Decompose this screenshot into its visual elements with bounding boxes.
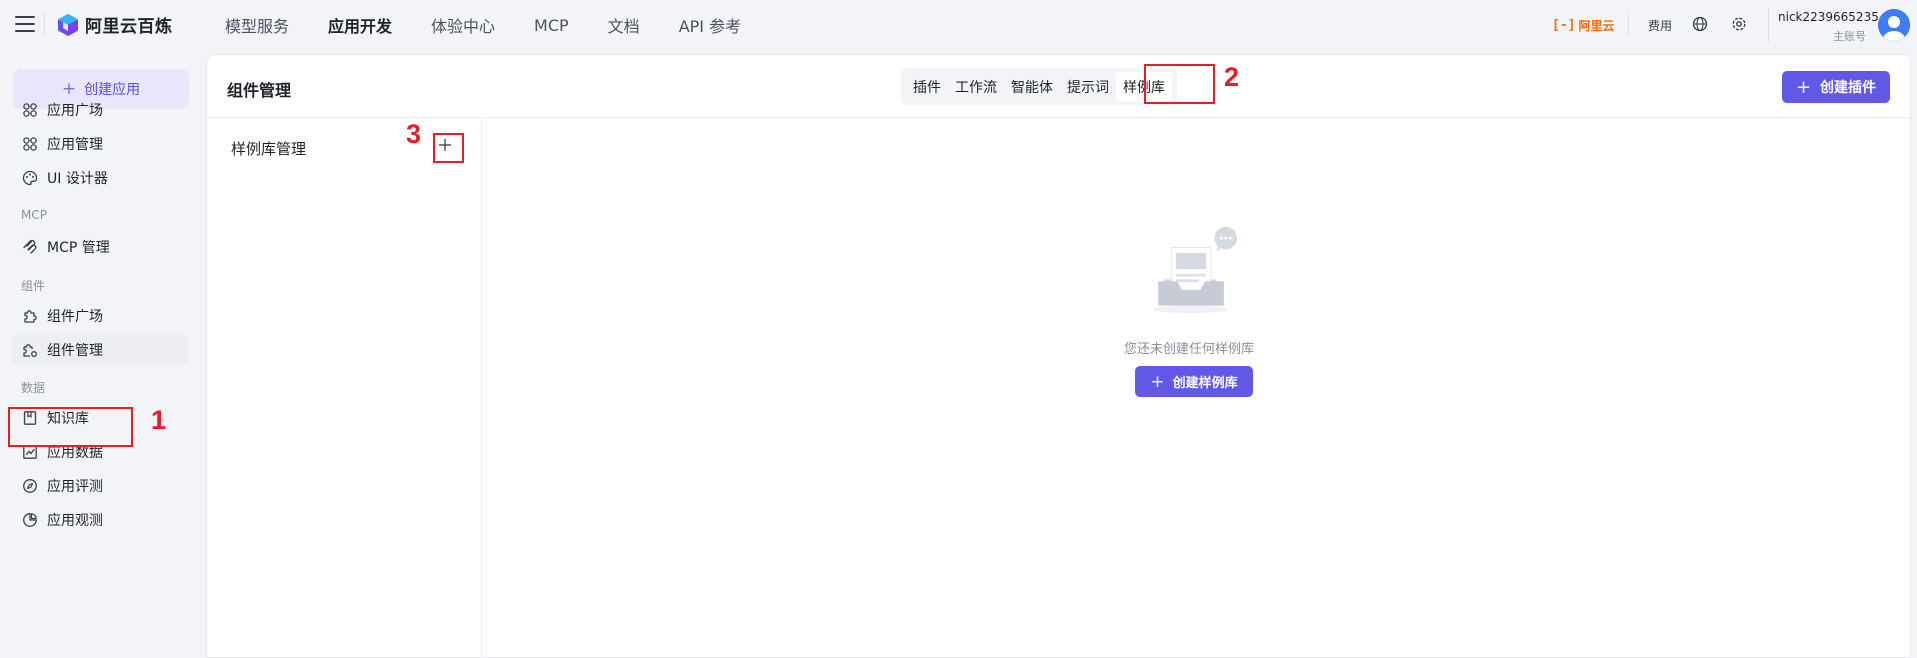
nav-item-api-reference[interactable]: API 参考 bbox=[679, 13, 741, 37]
sidebar-section-data: 数据 bbox=[21, 381, 46, 395]
sidebar-item-label: UI 设计器 bbox=[47, 171, 108, 187]
nav-item-app-dev[interactable]: 应用开发 bbox=[328, 13, 392, 37]
apps-icon bbox=[23, 137, 37, 151]
empty-inbox-icon bbox=[1152, 226, 1237, 314]
gear-icon[interactable] bbox=[1731, 16, 1747, 32]
empty-state-text: 您还未创建任何样例库 bbox=[1124, 342, 1255, 357]
create-plugin-label: 创建插件 bbox=[1820, 80, 1877, 96]
tab-prompt[interactable]: 提示词 bbox=[1060, 72, 1116, 101]
sidebar-item-component-plaza[interactable]: 组件广场 bbox=[11, 301, 189, 331]
logo-divider bbox=[44, 13, 45, 37]
main-nav: 模型服务 应用开发 体验中心 MCP 文档 API 参考 bbox=[225, 0, 780, 50]
pie-icon bbox=[23, 513, 37, 527]
annotation-number-2: 2 bbox=[1224, 62, 1240, 92]
mcp-icon bbox=[23, 239, 37, 254]
tab-agent[interactable]: 智能体 bbox=[1004, 72, 1060, 101]
sample-library-panel: 样例库管理 bbox=[207, 118, 482, 658]
annotation-number-3: 3 bbox=[406, 119, 422, 149]
annotation-box-3 bbox=[433, 133, 464, 163]
aliyun-logo[interactable]: [-] 阿里云 bbox=[1552, 17, 1615, 34]
tab-workflow[interactable]: 工作流 bbox=[948, 72, 1004, 101]
user-avatar-icon bbox=[1878, 9, 1910, 41]
hamburger-menu-icon[interactable] bbox=[15, 16, 35, 34]
sidebar-item-label: 应用观测 bbox=[47, 513, 103, 529]
palette-icon bbox=[22, 170, 38, 186]
bailian-logo-icon bbox=[58, 13, 78, 36]
logo-text: 阿里云百炼 bbox=[85, 17, 173, 37]
main-header: 组件管理 插件 工作流 智能体 提示词 样例库 + 创建插件 bbox=[207, 55, 1910, 118]
aliyun-logo-icon: [-] bbox=[1552, 18, 1576, 33]
page-title: 组件管理 bbox=[227, 81, 292, 100]
create-sample-library-button[interactable]: + 创建样例库 bbox=[1135, 366, 1253, 397]
create-plugin-button[interactable]: + 创建插件 bbox=[1782, 71, 1890, 103]
sidebar-item-label: 应用广场 bbox=[47, 103, 103, 119]
create-sample-library-label: 创建样例库 bbox=[1172, 376, 1238, 391]
topbar-divider bbox=[1628, 14, 1629, 36]
globe-icon[interactable] bbox=[1692, 16, 1708, 32]
tab-plugins[interactable]: 插件 bbox=[906, 72, 948, 101]
sidebar-section-components: 组件 bbox=[21, 279, 46, 293]
sample-library-title: 样例库管理 bbox=[231, 140, 307, 158]
bailian-logo[interactable]: 阿里云百炼 bbox=[57, 12, 173, 37]
sidebar-item-label: 应用管理 bbox=[47, 137, 103, 153]
user-name[interactable]: nick2239665235 bbox=[1778, 10, 1879, 24]
sidebar-item-app-management[interactable]: 应用管理 bbox=[11, 129, 189, 159]
sidebar-item-app-observation[interactable]: 应用观测 bbox=[11, 505, 189, 535]
sidebar: + 创建应用 应用广场 应用管理 UI 设计器 MCP MCP 管理 组件 组件… bbox=[0, 50, 200, 658]
sidebar-item-label: 组件广场 bbox=[47, 309, 103, 325]
nav-item-docs[interactable]: 文档 bbox=[608, 13, 640, 37]
sidebar-item-mcp-management[interactable]: MCP 管理 bbox=[11, 232, 189, 262]
component-tabs: 插件 工作流 智能体 提示词 样例库 bbox=[901, 68, 1177, 105]
topbar-divider bbox=[1768, 8, 1769, 42]
plus-icon: + bbox=[1150, 371, 1165, 392]
cost-link[interactable]: 费用 bbox=[1648, 17, 1672, 34]
annotation-box-2 bbox=[1144, 64, 1215, 104]
sidebar-item-app-plaza[interactable]: 应用广场 bbox=[11, 95, 189, 125]
nav-item-experience-center[interactable]: 体验中心 bbox=[431, 13, 495, 37]
top-navbar: 阿里云百炼 模型服务 应用开发 体验中心 MCP 文档 API 参考 [-] 阿… bbox=[0, 0, 1917, 50]
sidebar-item-label: MCP 管理 bbox=[47, 240, 110, 256]
sidebar-item-label: 组件管理 bbox=[47, 343, 103, 359]
sidebar-section-mcp: MCP bbox=[21, 208, 47, 222]
puzzle-gear-icon bbox=[23, 344, 37, 357]
sidebar-item-label: 应用评测 bbox=[47, 479, 103, 495]
sidebar-item-component-management[interactable]: 组件管理 bbox=[11, 335, 189, 365]
sidebar-item-ui-designer[interactable]: UI 设计器 bbox=[11, 163, 189, 193]
avatar[interactable] bbox=[1878, 9, 1910, 41]
apps-icon bbox=[23, 103, 37, 117]
puzzle-icon bbox=[24, 310, 37, 323]
sidebar-item-app-evaluation[interactable]: 应用评测 bbox=[11, 471, 189, 501]
compass-icon bbox=[23, 479, 37, 493]
nav-item-mcp[interactable]: MCP bbox=[534, 16, 569, 35]
annotation-number-1: 1 bbox=[151, 405, 167, 435]
plus-icon: + bbox=[1795, 76, 1812, 98]
user-role: 主账号 bbox=[1833, 30, 1866, 43]
aliyun-logo-text: 阿里云 bbox=[1578, 19, 1615, 33]
annotation-box-1 bbox=[8, 407, 133, 447]
nav-item-model-service[interactable]: 模型服务 bbox=[225, 13, 289, 37]
